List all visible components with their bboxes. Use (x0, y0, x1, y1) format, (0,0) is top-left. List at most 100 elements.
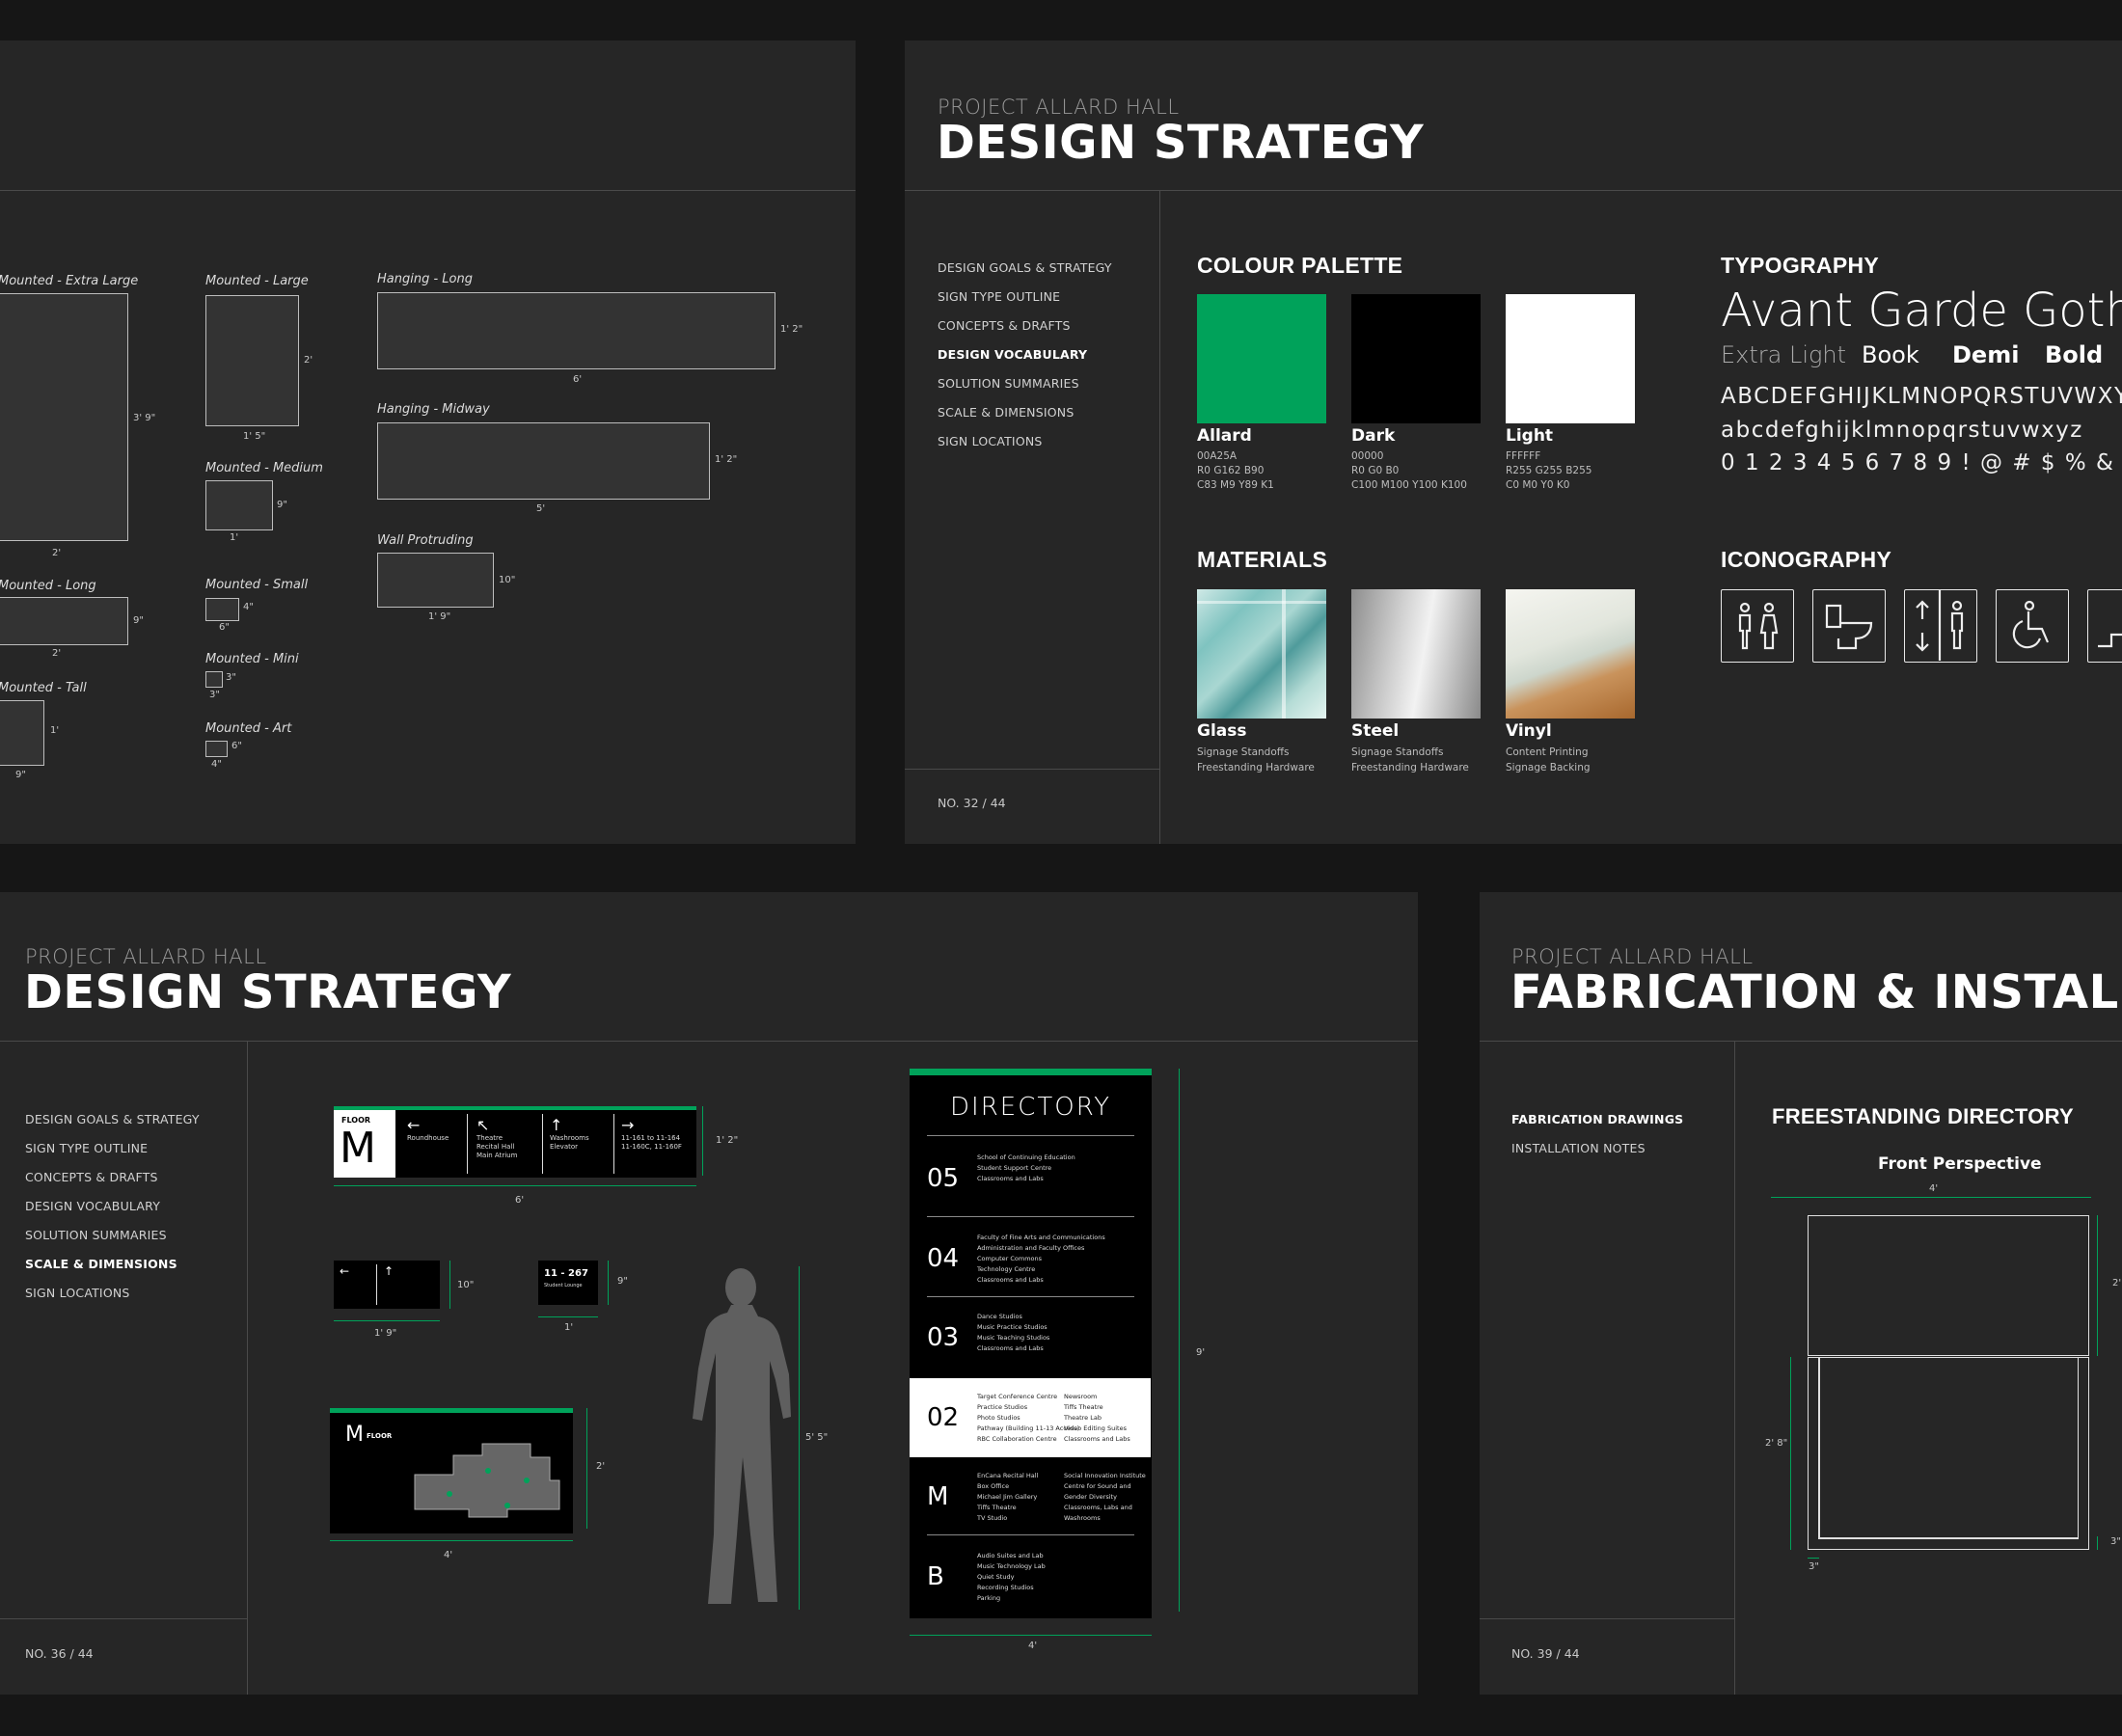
directory-entry: Social Innovation Institute (1064, 1472, 1146, 1479)
directory-drawing-bottom (1808, 1357, 2089, 1550)
directory-entry: Box Office (977, 1482, 1010, 1490)
sign-cell: → 11-161 to 11-164 11-160C, 11-160F (621, 1116, 682, 1152)
swatch-cmyk: C0 M0 Y0 K0 (1506, 479, 1570, 491)
directory-entry: Faculty of Fine Arts and Communications (977, 1233, 1105, 1241)
arrow-up-left-icon: ↖ (476, 1116, 490, 1134)
protruding-sign-mockup: ← ↑ (334, 1261, 440, 1309)
panel-scale-dimensions: PROJECT ALLARD HALL DESIGN STRATEGY DESI… (0, 892, 1418, 1695)
dim-label: 6' (573, 374, 583, 385)
glyphs-lowercase: abcdefghijklmnopqrstuvwxyz (1721, 418, 2083, 443)
nav-item-design-vocabulary[interactable]: DESIGN VOCABULARY (25, 1199, 200, 1213)
dim-label: 6" (219, 622, 230, 633)
directory-entry: Newsroom (1064, 1392, 1098, 1400)
material-use: Signage Backing (1506, 762, 1591, 773)
arrow-right-icon: → (621, 1116, 635, 1134)
material-use: Content Printing (1506, 746, 1589, 758)
nav-item-fabrication-drawings[interactable]: FABRICATION DRAWINGS (1511, 1112, 1683, 1126)
arrow-left-icon: ← (407, 1116, 421, 1134)
nav-item-sign-type-outline[interactable]: SIGN TYPE OUTLINE (25, 1141, 200, 1155)
directory-entry: Tiffs Theatre (1064, 1402, 1103, 1411)
panel-design-vocabulary: PROJECT ALLARD HALL DESIGN STRATEGY DESI… (905, 41, 2122, 844)
dim-label: 9" (277, 500, 287, 510)
weight-bold: Bold (2045, 341, 2104, 368)
dim-label: 4" (243, 602, 254, 612)
weight-extra-light: Extra Light (1721, 341, 1847, 368)
type-label: Mounted - Medium (205, 461, 323, 475)
page-number: NO. 36 / 44 (25, 1646, 94, 1661)
nav-item-sign-type-outline[interactable]: SIGN TYPE OUTLINE (938, 289, 1112, 304)
material-name: Glass (1197, 721, 1247, 741)
nav-item-solution-summaries[interactable]: SOLUTION SUMMARIES (25, 1228, 200, 1242)
nav-item-design-goals[interactable]: DESIGN GOALS & STRATEGY (25, 1112, 200, 1126)
nav-item-scale-dimensions[interactable]: SCALE & DIMENSIONS (938, 405, 1112, 420)
floor-map-image (414, 1443, 560, 1518)
dim-label: 4' (1028, 1641, 1038, 1651)
nav-item-concepts[interactable]: CONCEPTS & DRAFTS (25, 1170, 200, 1184)
directory-row: 04 Faculty of Fine Arts and Communication… (910, 1219, 1151, 1298)
nav-item-sign-locations[interactable]: SIGN LOCATIONS (25, 1286, 200, 1300)
directory-entry: Centre for Sound and Gender Diversity (1064, 1482, 1131, 1501)
footer-divider (905, 769, 1159, 770)
nav-item-scale-dimensions[interactable]: SCALE & DIMENSIONS (25, 1257, 200, 1271)
directory-entry: Student Support Centre (977, 1164, 1052, 1172)
swatch-cmyk: C83 M9 Y89 K1 (1197, 479, 1274, 491)
swatch-rgb: R255 G255 B255 (1506, 465, 1592, 476)
nav-item-design-goals[interactable]: DESIGN GOALS & STRATEGY (938, 260, 1112, 275)
dim-label: 1' 2" (716, 1135, 739, 1146)
dim-label: 2' (52, 648, 62, 659)
directory-listing: School of Continuing Education Student Su… (977, 1153, 1075, 1184)
dim-label: 9" (133, 615, 144, 626)
material-use: Freestanding Hardware (1351, 762, 1469, 773)
floor-map-sign-mockup: M FLOOR (330, 1408, 573, 1533)
sign-outline-medium (205, 480, 273, 530)
nav-item-design-vocabulary[interactable]: DESIGN VOCABULARY (938, 347, 1112, 362)
nav-item-solution-summaries[interactable]: SOLUTION SUMMARIES (938, 376, 1112, 391)
sign-cell: ↑ Washrooms Elevator (550, 1116, 589, 1152)
material-uses: Content Printing Signage Backing (1506, 745, 1591, 775)
glyphs-uppercase: ABCDEFGHIJKLMNOPQRSTUVWXYZ (1721, 384, 2122, 409)
swatch-dark (1351, 294, 1481, 423)
directory-entry: Music Technology Lab (977, 1561, 1046, 1570)
sign-outline-xl (0, 293, 128, 541)
directory-floor-number: B (927, 1561, 944, 1591)
dim-label: 6" (231, 741, 242, 751)
header-divider (905, 190, 2122, 191)
nav-item-concepts[interactable]: CONCEPTS & DRAFTS (938, 318, 1112, 333)
glyphs-numerals: 0 1 2 3 4 5 6 7 8 9 ! @ # $ % & ? (1721, 450, 2122, 475)
dim-label: 1' 9" (374, 1328, 397, 1339)
material-name: Vinyl (1506, 721, 1552, 741)
material-glass-image (1197, 589, 1326, 719)
directory-listing: Faculty of Fine Arts and Communications A… (977, 1233, 1105, 1286)
directory-entry: Recording Studios (977, 1583, 1034, 1591)
person-silhouette-image (693, 1268, 791, 1604)
dim-label: 4' (1929, 1183, 1939, 1194)
type-label: Mounted - Long (0, 579, 96, 593)
dim-label: 2' (52, 548, 62, 558)
dim-label: 1' 9" (428, 611, 451, 622)
cell-text: Washrooms Elevator (550, 1134, 589, 1151)
directory-entry: Classrooms and Labs (1064, 1434, 1130, 1443)
dim-label: 1' 5" (243, 431, 266, 442)
toilet-icon (1812, 589, 1886, 663)
page-number: NO. 32 / 44 (938, 796, 1006, 810)
directory-floor-number: 03 (927, 1323, 960, 1352)
drawing-heading: FREESTANDING DIRECTORY (1772, 1104, 2074, 1128)
nav-item-sign-locations[interactable]: SIGN LOCATIONS (938, 434, 1112, 448)
swatch-hex: FFFFFF (1506, 450, 1541, 462)
directory-entry: EnCana Recital Hall (977, 1472, 1039, 1479)
material-uses: Signage Standoffs Freestanding Hardware (1197, 745, 1315, 775)
dim-label: 1' (564, 1322, 574, 1333)
footer-divider (0, 1618, 247, 1619)
directory-title: DIRECTORY (950, 1093, 1111, 1122)
dim-label: 1' 2" (780, 324, 803, 335)
directory-entry: Theatre Lab (1064, 1413, 1102, 1422)
panel-fabrication-install: PROJECT ALLARD HALL FABRICATION & INSTAL… (1480, 892, 2122, 1695)
directory-listing: Social Innovation Institute Centre for So… (1064, 1471, 1151, 1524)
dim-label: 5' 5" (805, 1432, 829, 1443)
dim-label: 3" (226, 672, 236, 683)
nav-item-installation-notes[interactable]: INSTALLATION NOTES (1511, 1141, 1683, 1155)
sidebar-divider (247, 1041, 248, 1695)
arrow-left-icon: ← (340, 1264, 350, 1278)
swatch-codes: FFFFFF R255 G255 B255 C0 M0 Y0 K0 (1506, 449, 1592, 493)
directory-entry: Classrooms and Labs (977, 1275, 1044, 1284)
